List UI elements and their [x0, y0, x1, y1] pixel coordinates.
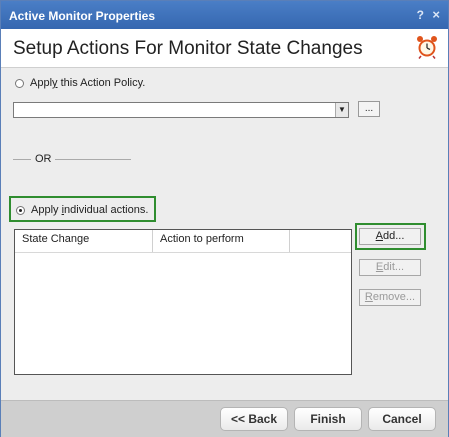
window-title: Active Monitor Properties — [9, 9, 156, 23]
action-policy-select[interactable]: ▼ — [13, 102, 349, 118]
column-extra[interactable] — [290, 230, 351, 252]
divider — [13, 159, 31, 160]
chevron-down-icon[interactable]: ▼ — [335, 103, 348, 117]
apply-individual-radio-button[interactable] — [16, 205, 25, 215]
column-state-change[interactable]: State Change — [15, 230, 153, 252]
finish-button[interactable]: Finish — [294, 407, 362, 431]
alarm-clock-icon — [416, 35, 438, 62]
actions-table[interactable]: State Change Action to perform — [14, 229, 352, 375]
page-header: Setup Actions For Monitor State Changes — [1, 29, 448, 68]
apply-policy-radio[interactable]: Apply this Action Policy. — [15, 77, 145, 89]
close-icon[interactable]: × — [432, 7, 440, 22]
page-title: Setup Actions For Monitor State Changes — [13, 38, 363, 59]
back-button[interactable]: << Back — [220, 407, 288, 431]
add-button[interactable]: Add... — [359, 228, 421, 245]
help-icon[interactable]: ? — [417, 8, 424, 22]
edit-button[interactable]: Edit... — [359, 259, 421, 276]
apply-individual-label: Apply individual actions. — [31, 204, 149, 216]
divider — [55, 159, 131, 160]
apply-individual-radio[interactable]: Apply individual actions. — [16, 204, 148, 216]
remove-button[interactable]: Remove... — [359, 289, 421, 306]
title-bar[interactable]: Active Monitor Properties ? × — [1, 1, 448, 29]
or-label: OR — [35, 153, 52, 165]
footer-bar: << Back Finish Cancel — [1, 400, 448, 437]
column-action-to-perform[interactable]: Action to perform — [153, 230, 290, 252]
apply-policy-label: Apply this Action Policy. — [30, 77, 146, 89]
cancel-button[interactable]: Cancel — [368, 407, 436, 431]
properties-window: Active Monitor Properties ? × Setup Acti… — [0, 0, 449, 437]
or-separator: OR — [13, 153, 131, 165]
table-header: State Change Action to perform — [15, 230, 351, 253]
apply-policy-radio-button[interactable] — [15, 78, 24, 88]
browse-policy-button[interactable]: ... — [358, 101, 380, 117]
